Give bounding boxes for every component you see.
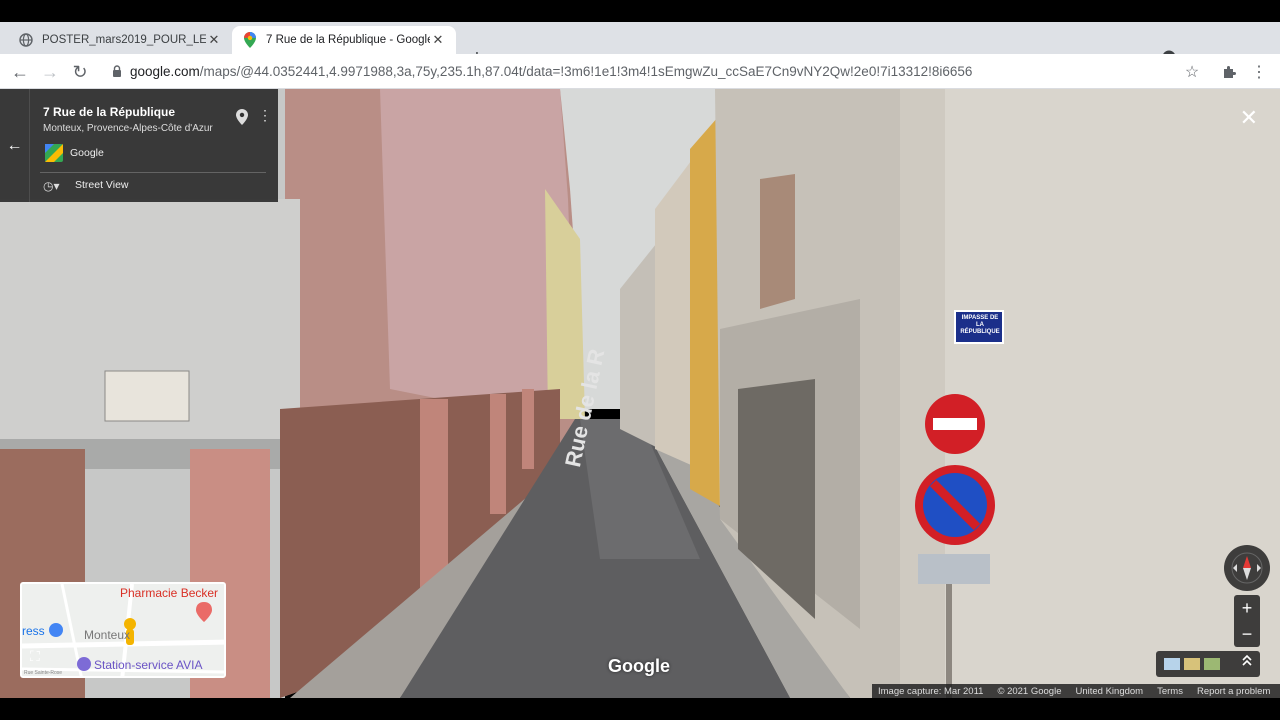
extensions-icon[interactable] <box>1217 60 1241 84</box>
zoom-in-button[interactable]: + <box>1234 595 1260 621</box>
zoom-out-button[interactable]: − <box>1234 621 1260 647</box>
minimap-place-station: Station-service AVIA <box>94 658 203 672</box>
report-problem-link[interactable]: Report a problem <box>1197 686 1270 697</box>
close-icon[interactable]: ✕ <box>206 32 222 48</box>
browser-menu-icon[interactable]: ⋮ <box>1247 60 1271 84</box>
tab-google-maps[interactable]: 7 Rue de la République - Google ✕ <box>232 26 456 54</box>
tab-title: POSTER_mars2019_POUR_LE_W <box>42 34 206 46</box>
minimap-place-partial: ress <box>22 624 45 638</box>
minimap-place-pharmacy: Pharmacie Becker <box>120 586 219 600</box>
address-title: 7 Rue de la République <box>43 105 176 119</box>
google-maps-icon <box>45 144 63 162</box>
region-link[interactable]: United Kingdom <box>1075 686 1143 697</box>
locality-text: Monteux, Provence-Alpes-Côte d'Azur <box>43 123 213 134</box>
divider <box>40 172 266 173</box>
terms-link[interactable]: Terms <box>1157 686 1183 697</box>
map-footer: Image capture: Mar 2011 © 2021 Google Un… <box>872 684 1280 698</box>
google-watermark: Google <box>608 656 670 676</box>
imagery-source: Google <box>70 147 104 159</box>
street-view-label: Street View <box>75 179 129 191</box>
screen-top-bar <box>0 0 1280 22</box>
compass-icon[interactable] <box>1224 545 1270 591</box>
street-view-panorama[interactable]: IMPASSE DE LA RÉPUBLIQUE Rue de la R ← 7… <box>0 89 1280 698</box>
tab-poster[interactable]: POSTER_mars2019_POUR_LE_W ✕ <box>8 26 232 54</box>
close-icon[interactable]: ✕ <box>430 32 446 48</box>
browser-toolbar: ← → ↻ google.com/maps/@44.0352441,4.9971… <box>0 54 1280 89</box>
minimap-town: Monteux <box>84 628 131 642</box>
tab-title: 7 Rue de la République - Google <box>266 34 430 46</box>
lock-icon <box>104 65 130 77</box>
street-name-sign-text: IMPASSE DE LA RÉPUBLIQUE <box>960 315 1000 335</box>
reload-icon[interactable]: ↻ <box>68 60 92 84</box>
address-bar[interactable]: google.com/maps/@44.0352441,4.9971988,3a… <box>104 58 1214 84</box>
minimap[interactable]: Pharmacie Becker ress Monteux Station-se… <box>20 582 226 678</box>
layers-panel[interactable] <box>1156 651 1260 677</box>
tab-strip: POSTER_mars2019_POUR_LE_W ✕ 7 Rue de la … <box>0 22 1280 68</box>
google-maps-icon <box>242 32 258 48</box>
more-options-icon[interactable]: ⋮ <box>258 107 272 124</box>
back-arrow-icon[interactable]: ← <box>8 60 32 84</box>
zoom-controls: + − <box>1234 595 1260 647</box>
minimap-street-label: Rue Sainte-Rose <box>24 670 63 676</box>
history-clock-icon[interactable]: ◷▾ <box>43 179 60 193</box>
url-domain: google.com <box>130 63 200 79</box>
location-info-card: ← 7 Rue de la République Monteux, Proven… <box>0 89 278 202</box>
bookmark-star-icon[interactable]: ☆ <box>1180 60 1204 84</box>
url-path: /maps/@44.0352441,4.9971988,3a,75y,235.1… <box>199 63 973 79</box>
globe-icon <box>18 32 34 48</box>
image-capture-date: Image capture: Mar 2011 <box>878 685 984 697</box>
screen-bottom-bar <box>0 698 1280 720</box>
forward-arrow-icon[interactable]: → <box>38 60 62 84</box>
copyright-text: © 2021 Google <box>997 685 1062 697</box>
close-icon[interactable]: ✕ <box>1240 107 1258 129</box>
expand-map-icon[interactable]: ⛶ <box>30 648 40 665</box>
location-pin-icon[interactable] <box>236 109 248 130</box>
back-arrow-icon[interactable]: ← <box>0 89 30 202</box>
